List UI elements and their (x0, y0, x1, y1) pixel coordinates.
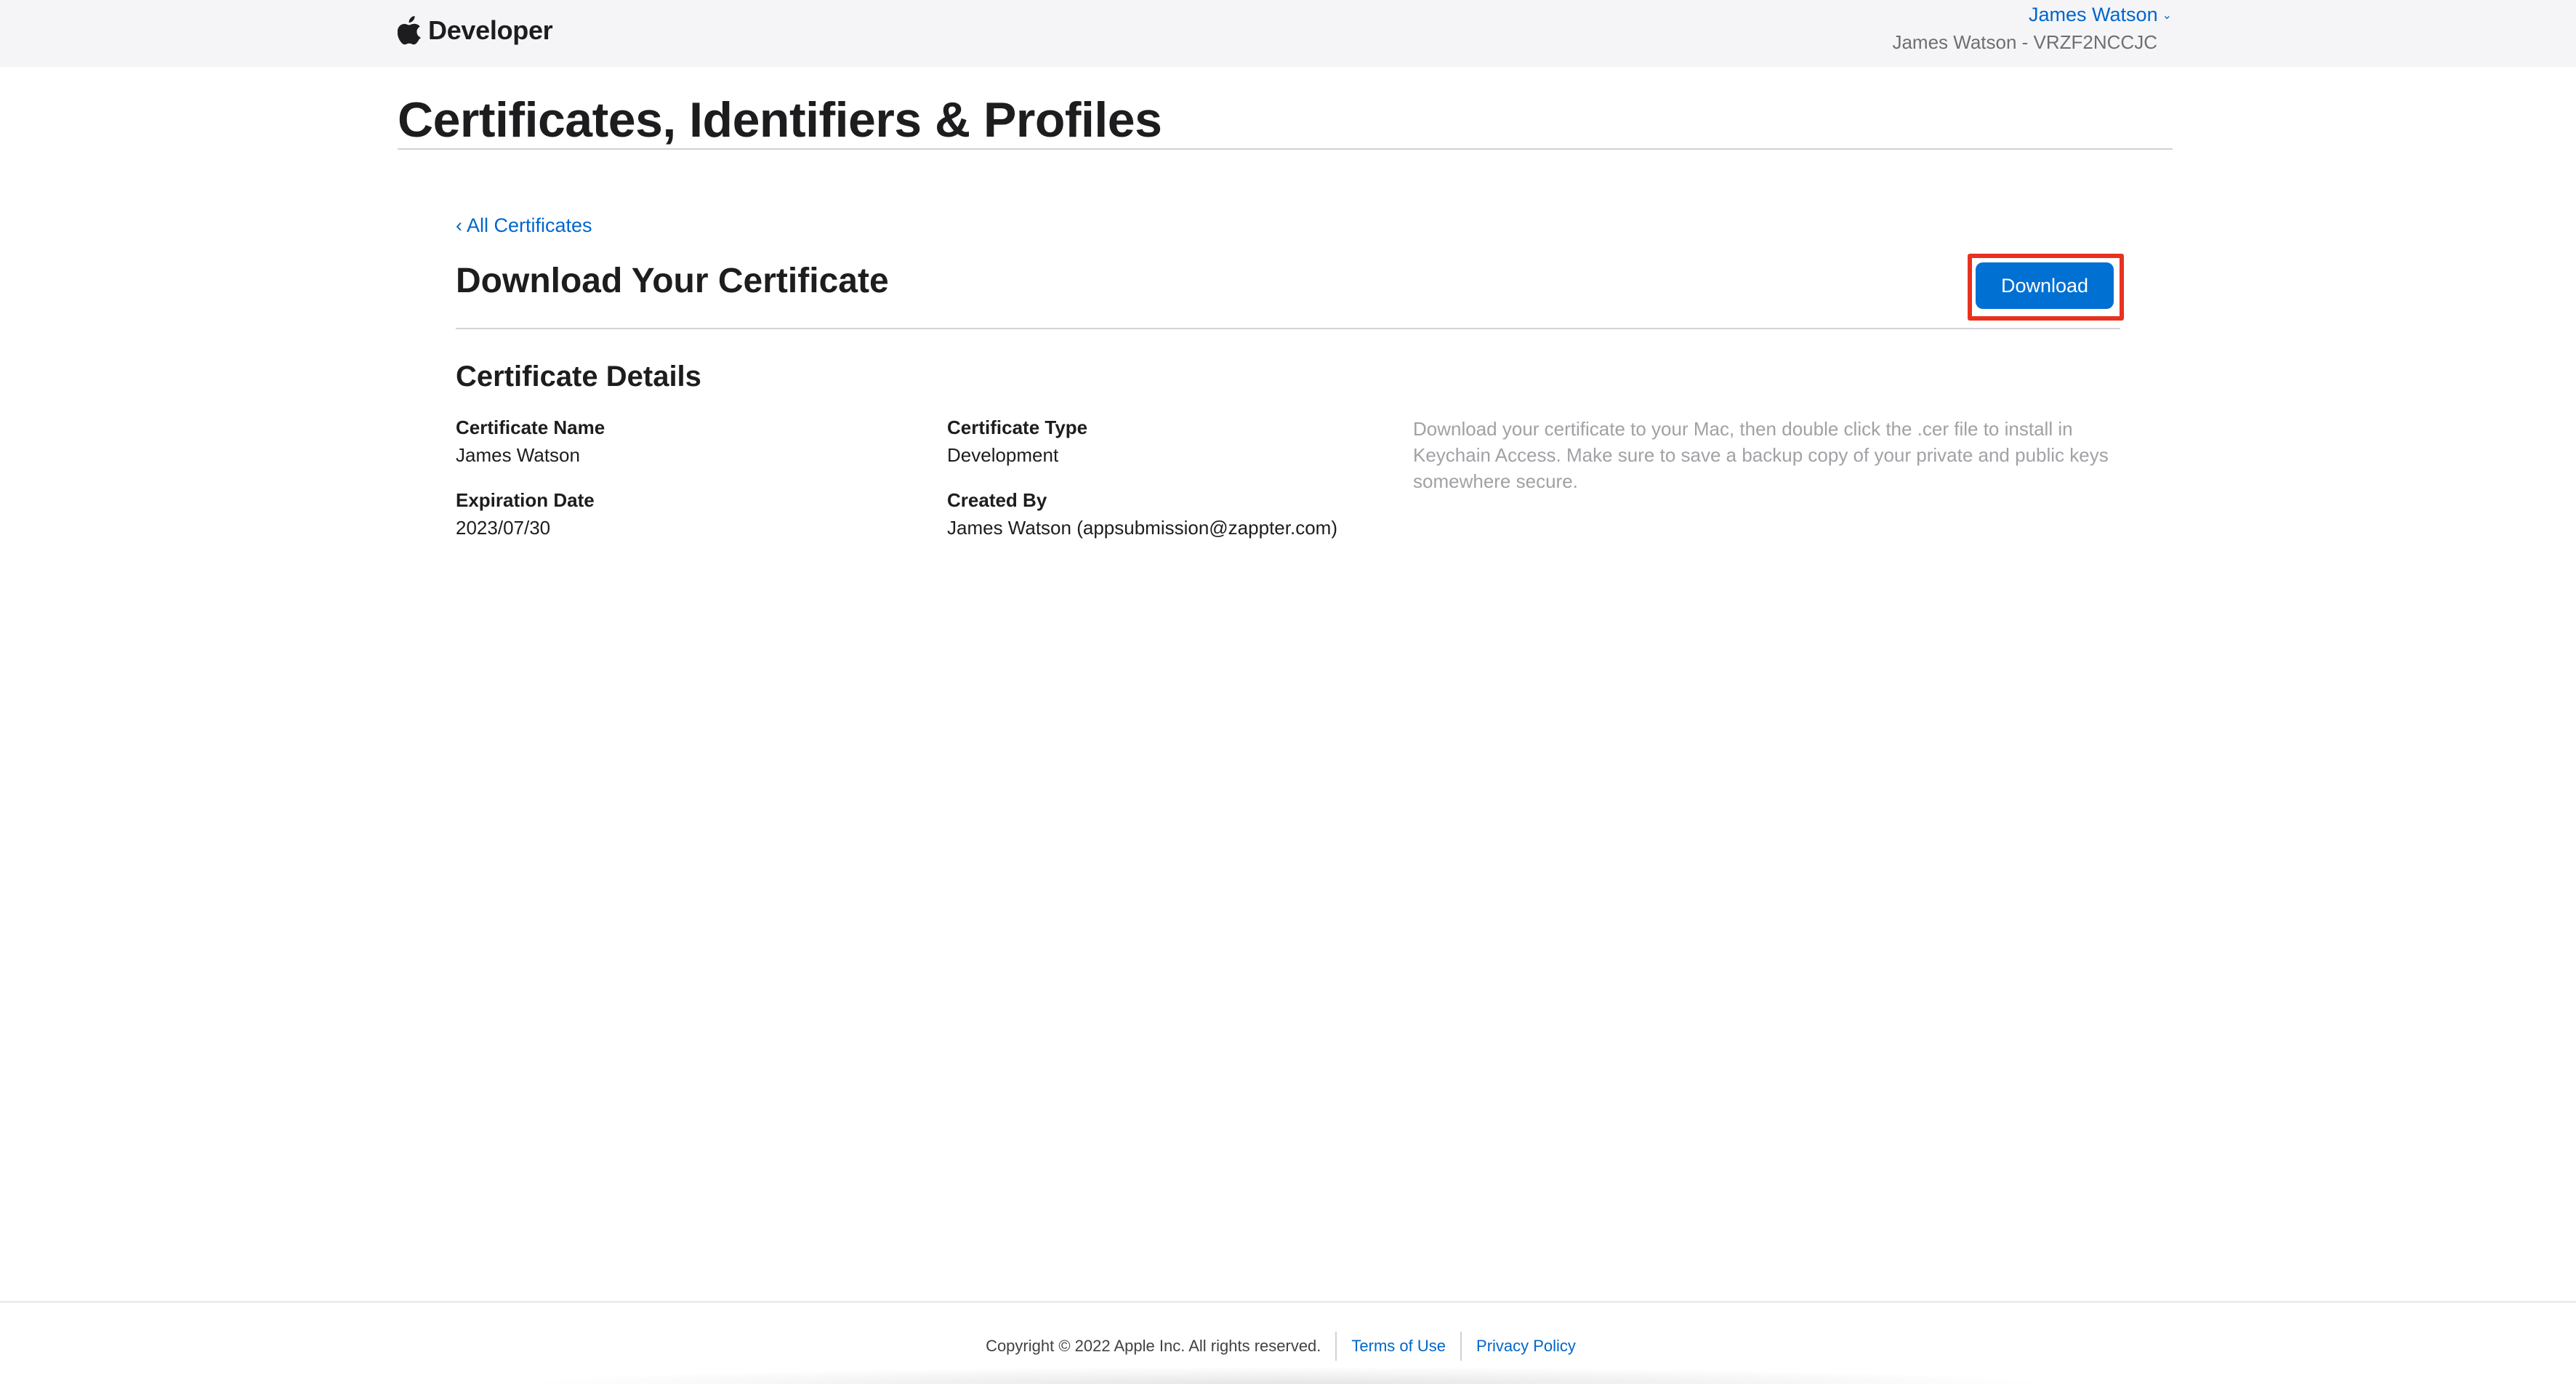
brand-title: Developer (428, 15, 553, 45)
expiration-date-label: Expiration Date (456, 489, 595, 511)
certificate-name-label: Certificate Name (456, 417, 605, 438)
team-name-label: James Watson - VRZF2NCCJC (1892, 31, 2157, 53)
developer-home-link[interactable]: Developer (398, 10, 553, 51)
all-certificates-link[interactable]: ‹ All Certificates (456, 212, 592, 238)
certificate-name-value: James Watson (456, 444, 580, 466)
page-title: Certificates, Identifiers & Profiles (398, 92, 1162, 148)
apple-logo-icon (398, 16, 421, 45)
top-navigation-bar: Developer James Watson ⌄ James Watson - … (0, 0, 2576, 67)
certificate-type-label: Certificate Type (947, 417, 1088, 438)
title-divider (398, 148, 2173, 150)
terms-of-use-link[interactable]: Terms of Use (1337, 1335, 1460, 1358)
download-button[interactable]: Download (1976, 262, 2114, 309)
footer-shadow (509, 1367, 2064, 1384)
account-name-button[interactable]: James Watson ⌄ (2029, 1, 2172, 28)
install-instructions-text: Download your certificate to your Mac, t… (1413, 418, 2109, 492)
created-by-label: Created By (947, 489, 1047, 511)
expiration-date-value: 2023/07/30 (456, 517, 551, 539)
copyright-text: Copyright © 2022 Apple Inc. All rights r… (986, 1337, 1321, 1355)
created-by-value: James Watson (appsubmission@zappter.com) (947, 517, 1337, 539)
footer-row: Copyright © 2022 Apple Inc. All rights r… (0, 1332, 2576, 1361)
account-name-label: James Watson (2029, 4, 2158, 25)
certificate-type-value: Development (947, 444, 1059, 466)
privacy-policy-link[interactable]: Privacy Policy (1462, 1335, 1590, 1358)
chevron-down-icon: ⌄ (2162, 9, 2172, 22)
section-title: Download Your Certificate (456, 262, 889, 300)
account-menu[interactable]: James Watson ⌄ (2029, 1, 2172, 28)
certificate-details-title: Certificate Details (456, 361, 701, 393)
section-divider (456, 328, 2120, 329)
